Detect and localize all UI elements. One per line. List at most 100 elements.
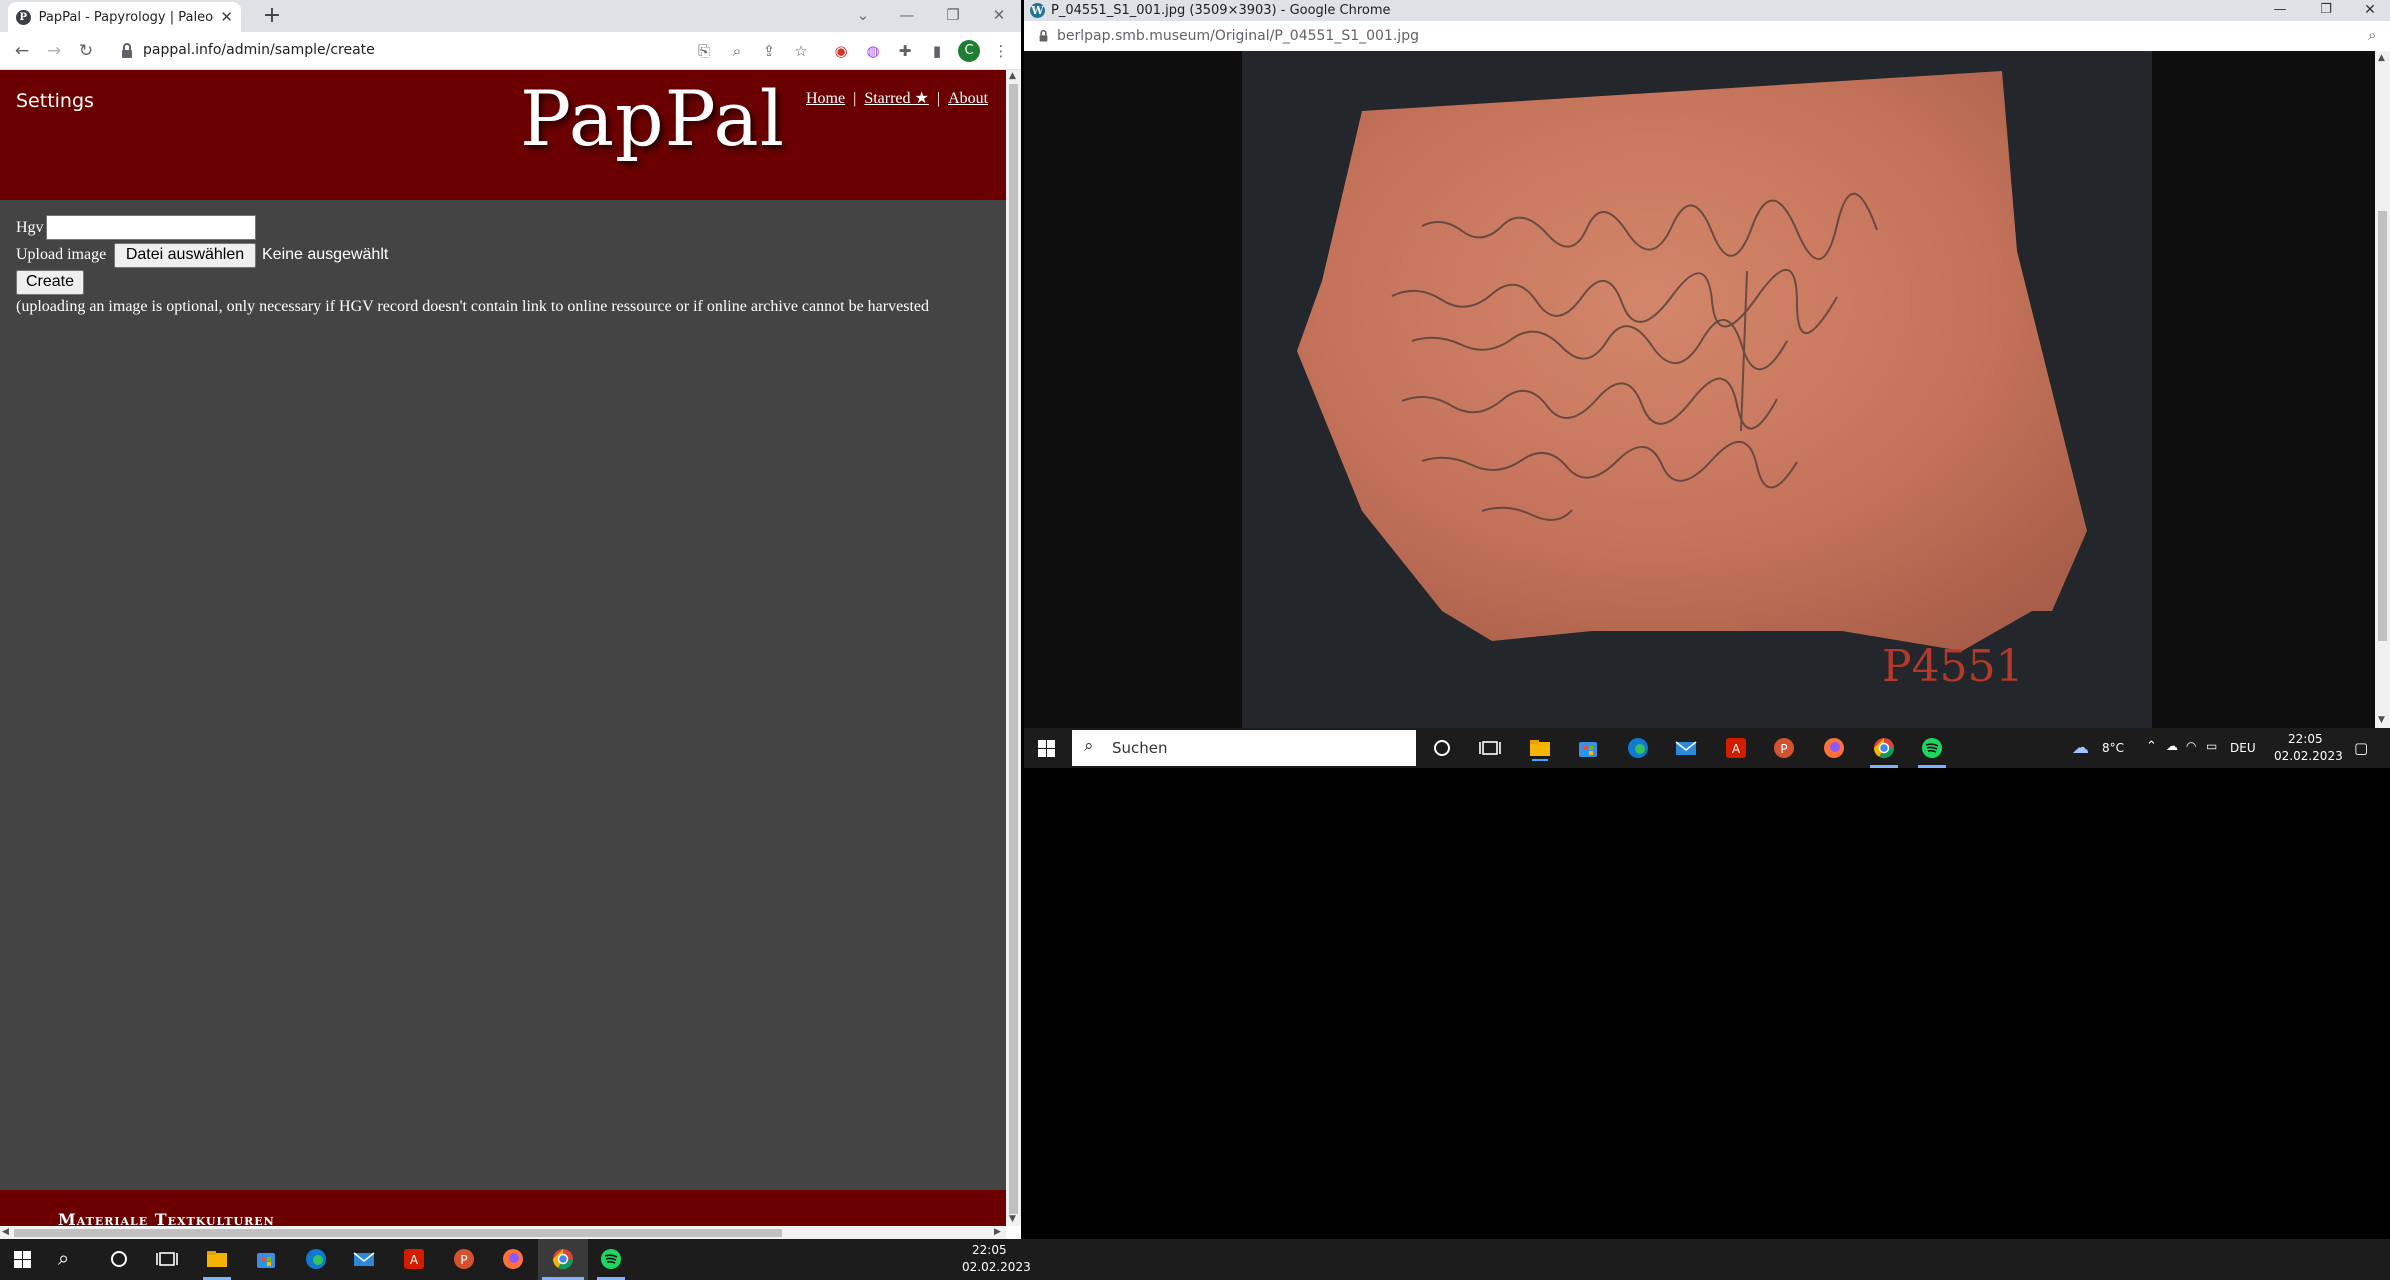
cortana-icon[interactable] [1428,734,1456,762]
scroll-right-arrow-icon[interactable]: ▶ [994,1227,1001,1237]
taskbar-date[interactable]: 02.02.2023 [2274,749,2343,763]
store-icon[interactable] [1574,734,1602,762]
extension-purple-icon[interactable]: ◍ [862,40,884,62]
taskbar-time[interactable]: 22:05 [2288,732,2323,746]
site-header: Settings PapPal Home | Starred ★ | About [0,70,1006,200]
specimen-label: P4551 [1882,641,2024,692]
restore-button[interactable]: ❐ [930,0,976,32]
side-panel-icon[interactable]: ▮ [926,40,948,62]
profile-avatar[interactable]: C [958,40,980,62]
settings-link[interactable]: Settings [16,90,94,112]
powerpoint-icon[interactable]: P [1770,734,1798,762]
firefox-icon[interactable] [1820,734,1848,762]
pappal-page: Settings PapPal Home | Starred ★ | About Hgv… [0,70,1006,1226]
scroll-down-arrow-icon[interactable]: ▼ [2378,715,2385,725]
zoom-icon[interactable]: ⌕ [2368,26,2376,44]
nav-separator: | [936,90,941,107]
tab-search-chevron-icon[interactable]: ⌄ [840,0,886,32]
scroll-up-arrow-icon[interactable]: ▲ [2378,53,2385,63]
extensions-puzzle-icon[interactable]: ✚ [894,40,916,62]
active-app-indicator [1918,765,1946,768]
zoom-icon[interactable]: ⌕ [726,40,748,62]
scroll-left-arrow-icon[interactable]: ◀ [2,1227,9,1237]
file-explorer-icon[interactable] [203,1245,231,1273]
acrobat-icon[interactable]: A [1722,734,1750,762]
close-window-button[interactable]: ✕ [976,0,1021,32]
hgv-label: Hgv [16,219,44,236]
battery-icon[interactable]: ▭ [2206,739,2217,753]
chrome-icon[interactable] [549,1245,577,1273]
taskbar-time[interactable]: 22:05 [972,1243,1007,1257]
translate-icon[interactable]: ⎘ [693,40,715,62]
spotify-icon[interactable] [1918,734,1946,762]
lock-icon[interactable] [1038,29,1049,43]
tab-close-icon[interactable]: ✕ [220,8,233,26]
popup-window-title: P_04551_S1_001.jpg (3509×3903) - Google … [1051,3,1391,18]
acrobat-icon[interactable]: A [400,1245,428,1273]
nav-home-link[interactable]: Home [806,90,845,107]
reload-icon[interactable]: ↻ [74,39,98,63]
windows-start-icon[interactable] [1038,740,1055,757]
store-icon[interactable] [252,1245,280,1273]
file-explorer-icon[interactable] [1526,734,1554,762]
vertical-scrollbar[interactable]: ▲ ▼ [1006,70,1021,1226]
address-bar[interactable]: pappal.info/admin/sample/create [143,42,375,58]
edge-icon[interactable] [1624,734,1652,762]
vertical-scroll-thumb[interactable] [1009,84,1018,1214]
nav-separator: | [853,90,857,107]
cortana-icon[interactable] [105,1245,133,1273]
language-indicator[interactable]: DEU [2230,741,2256,755]
task-view-icon[interactable] [1476,734,1504,762]
hgv-input[interactable] [46,215,256,240]
nav-starred-link[interactable]: Starred ★ [864,90,929,107]
notification-icon[interactable]: ▢ [2354,739,2368,757]
lock-icon[interactable] [120,42,134,60]
share-icon[interactable]: ⇪ [758,40,780,62]
minimize-button[interactable]: — [884,0,930,32]
mail-icon[interactable] [350,1245,378,1273]
taskbar-search-placeholder: Suchen [1112,739,1168,757]
choose-file-button[interactable]: Datei auswählen [114,243,256,268]
windows-start-icon[interactable] [14,1251,31,1268]
wifi-icon[interactable]: ◠ [2186,739,2196,753]
wordpress-icon: W [1030,3,1045,18]
right-browser-window: W P_04551_S1_001.jpg (3509×3903) - Googl… [1024,0,2390,728]
horizontal-scroll-thumb[interactable] [14,1229,782,1237]
restore-button[interactable]: ❐ [2306,0,2346,21]
horizontal-scrollbar[interactable]: ◀ ▶ [0,1226,1006,1239]
search-icon[interactable]: ⌕ [58,1246,69,1270]
close-window-button[interactable]: ✕ [2350,0,2390,21]
nav-about-link[interactable]: About [948,90,988,107]
svg-text:A: A [410,1253,419,1267]
tab-pappal[interactable]: P PapPal - Papyrology | Paleography ✕ [8,2,241,32]
back-arrow-icon[interactable]: ← [10,39,34,63]
extension-red-icon[interactable]: ◉ [830,40,852,62]
firefox-icon[interactable] [499,1245,527,1273]
powerpoint-icon[interactable]: P [450,1245,478,1273]
minimize-button[interactable]: — [2260,0,2300,21]
new-tab-button[interactable]: + [259,3,285,29]
chrome-icon[interactable] [1870,734,1898,762]
ostracon-photo[interactable]: P4551 [1242,51,2152,728]
mail-icon[interactable] [1672,734,1700,762]
tray-chevron-icon[interactable]: ⌃ [2146,739,2157,754]
taskbar-date[interactable]: 02.02.2023 [962,1260,1031,1274]
scroll-up-arrow-icon[interactable]: ▲ [1009,71,1016,81]
scroll-down-arrow-icon[interactable]: ▼ [1009,1214,1016,1224]
popup-scroll-thumb[interactable] [2378,211,2387,641]
menu-kebab-icon[interactable]: ⋮ [990,40,1012,62]
spotify-icon[interactable] [597,1245,625,1273]
weather-cloud-icon[interactable]: ☁ [2072,738,2089,758]
left-browser-window: P PapPal - Papyrology | Paleography ✕ + … [0,0,1021,1239]
taskbar-search-box[interactable]: ⌕ Suchen [1072,730,1416,766]
bookmark-star-icon[interactable]: ☆ [790,40,812,62]
onedrive-icon[interactable]: ☁ [2166,739,2178,753]
popup-url[interactable]: berlpap.smb.museum/Original/P_04551_S1_0… [1057,28,1419,44]
forward-arrow-icon[interactable]: → [42,39,66,63]
popup-vertical-scrollbar[interactable]: ▲ ▼ [2375,51,2390,728]
task-view-icon[interactable] [153,1245,181,1273]
weather-temperature[interactable]: 8°C [2102,741,2124,755]
create-button[interactable]: Create [16,270,84,295]
image-viewer: P4551 [1024,51,2375,728]
edge-icon[interactable] [302,1245,330,1273]
